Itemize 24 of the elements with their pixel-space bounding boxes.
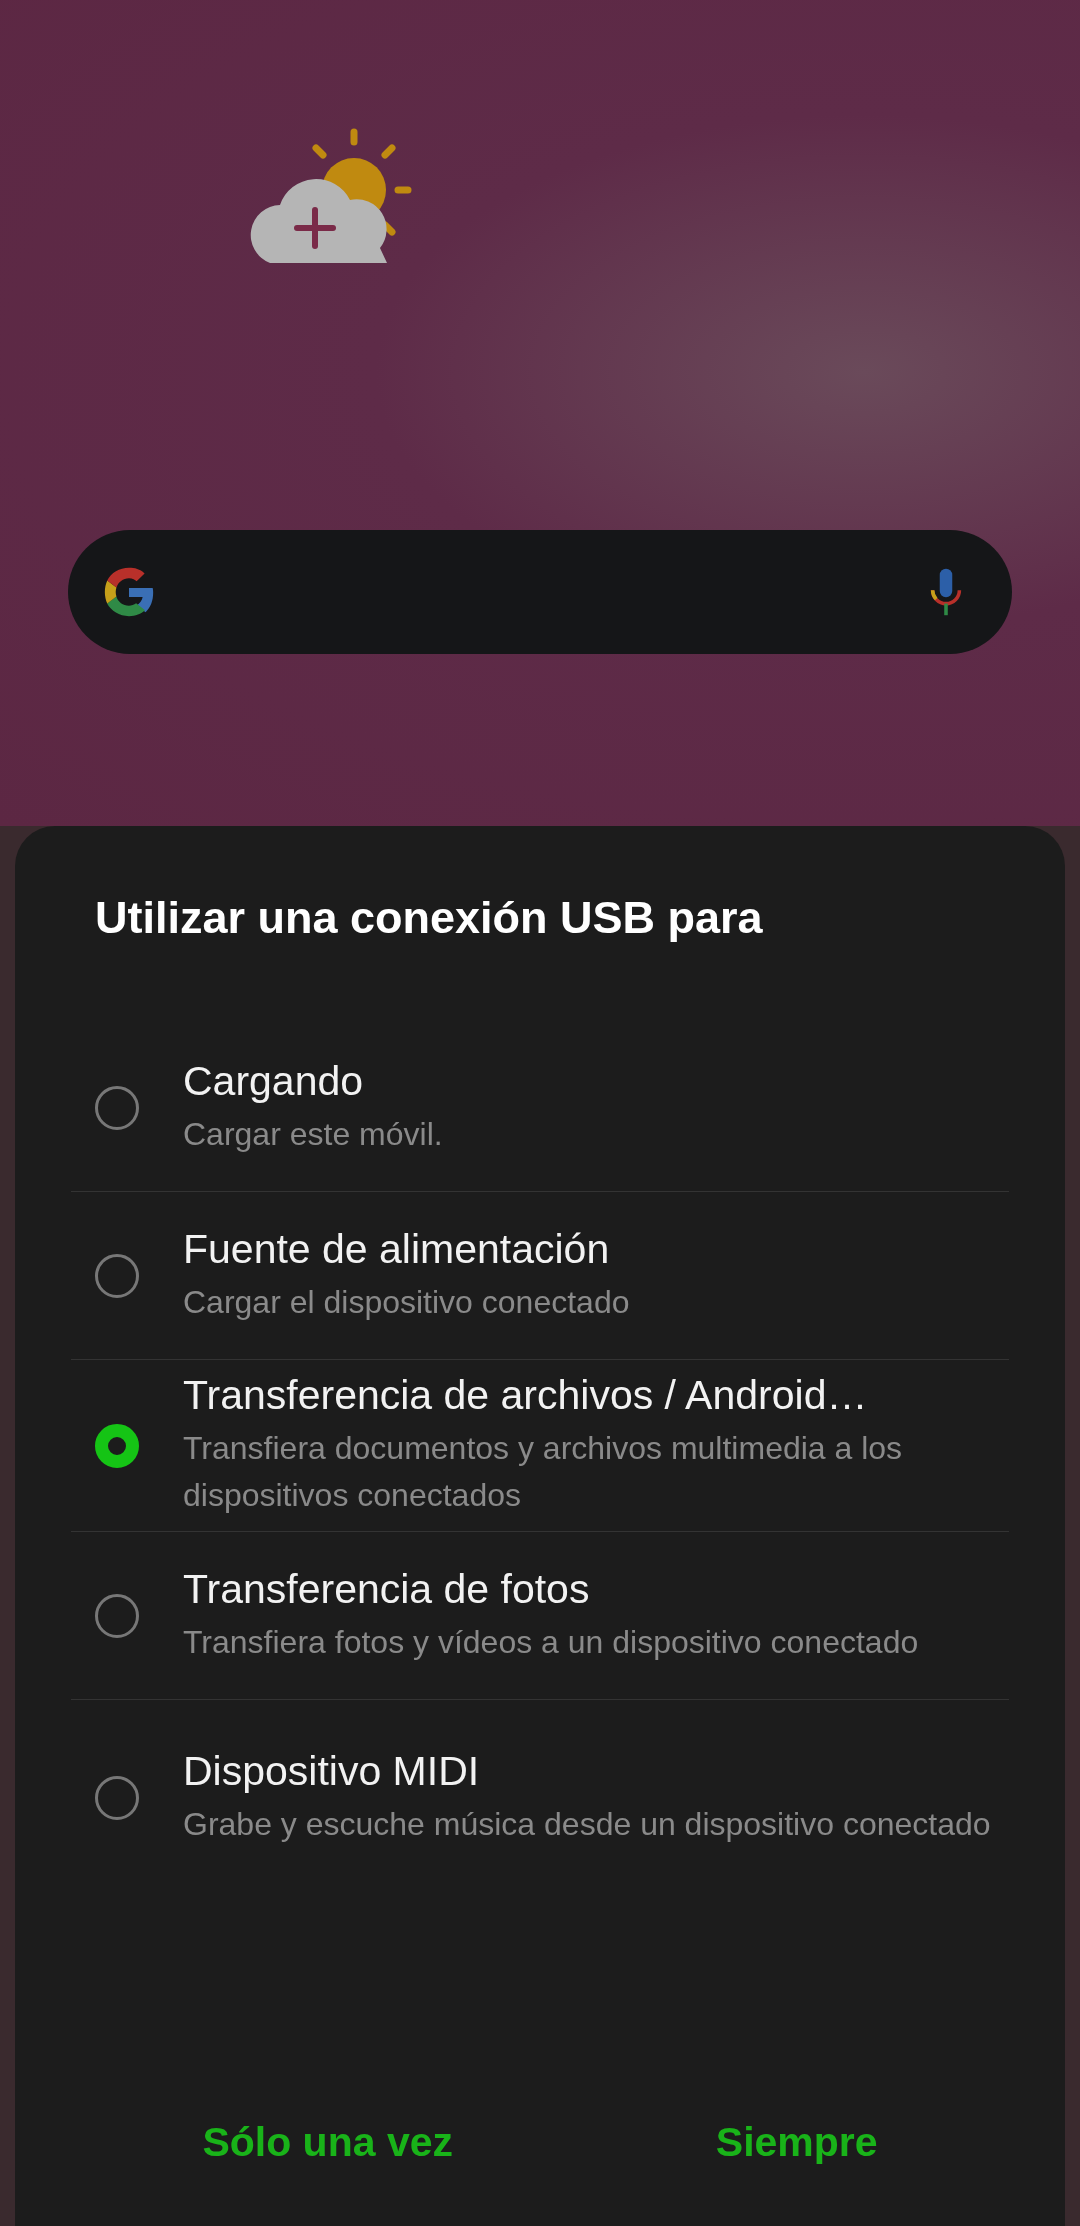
- radio-button[interactable]: [95, 1253, 139, 1298]
- usb-option[interactable]: Cargando Cargar este móvil.: [71, 1024, 1009, 1192]
- option-label: Transferencia de archivos / Android…: [183, 1372, 869, 1419]
- option-description: Transfiera fotos y vídeos a un dispositivo conectado: [183, 1622, 919, 1662]
- option-label: Cargando: [183, 1057, 365, 1105]
- option-label: Transferencia de fotos: [183, 1565, 591, 1613]
- always-button[interactable]: Siempre: [691, 2103, 902, 2182]
- option-description: Grabe y escuche música desde un dispositivo conectado: [183, 1805, 991, 1844]
- option-description: Transfiera documentos y archivos multimedia a los dispositivos conectados: [183, 1429, 904, 1515]
- option-label: Fuente de alimentación: [183, 1225, 611, 1273]
- once-button[interactable]: Sólo una vez: [178, 2103, 477, 2182]
- option-description: Cargar este móvil.: [183, 1114, 443, 1154]
- radio-button[interactable]: [95, 1593, 139, 1638]
- usb-option[interactable]: Transferencia de archivos / Android… Transfiera documentos y archivos multimedia a los dispositivos conectados: [71, 1360, 1009, 1532]
- usb-option[interactable]: Fuente de alimentación Cargar el dispositivo conectado: [71, 1192, 1009, 1360]
- option-description: Cargar el dispositivo conectado: [183, 1282, 630, 1322]
- usb-option[interactable]: Transferencia de fotos Transfiera fotos y vídeos a un dispositivo conectado: [71, 1532, 1009, 1700]
- microphone-icon[interactable]: [928, 567, 964, 617]
- usb-option[interactable]: Dispositivo MIDI Grabe y escuche música desde un dispositivo conectado: [71, 1700, 1009, 1896]
- radio-button[interactable]: [95, 1423, 139, 1468]
- radio-button[interactable]: [95, 1085, 139, 1130]
- radio-button[interactable]: [95, 1776, 139, 1820]
- dialog-title: Utilizar una conexión USB para: [94, 891, 764, 945]
- option-label: Dispositivo MIDI: [183, 1748, 481, 1795]
